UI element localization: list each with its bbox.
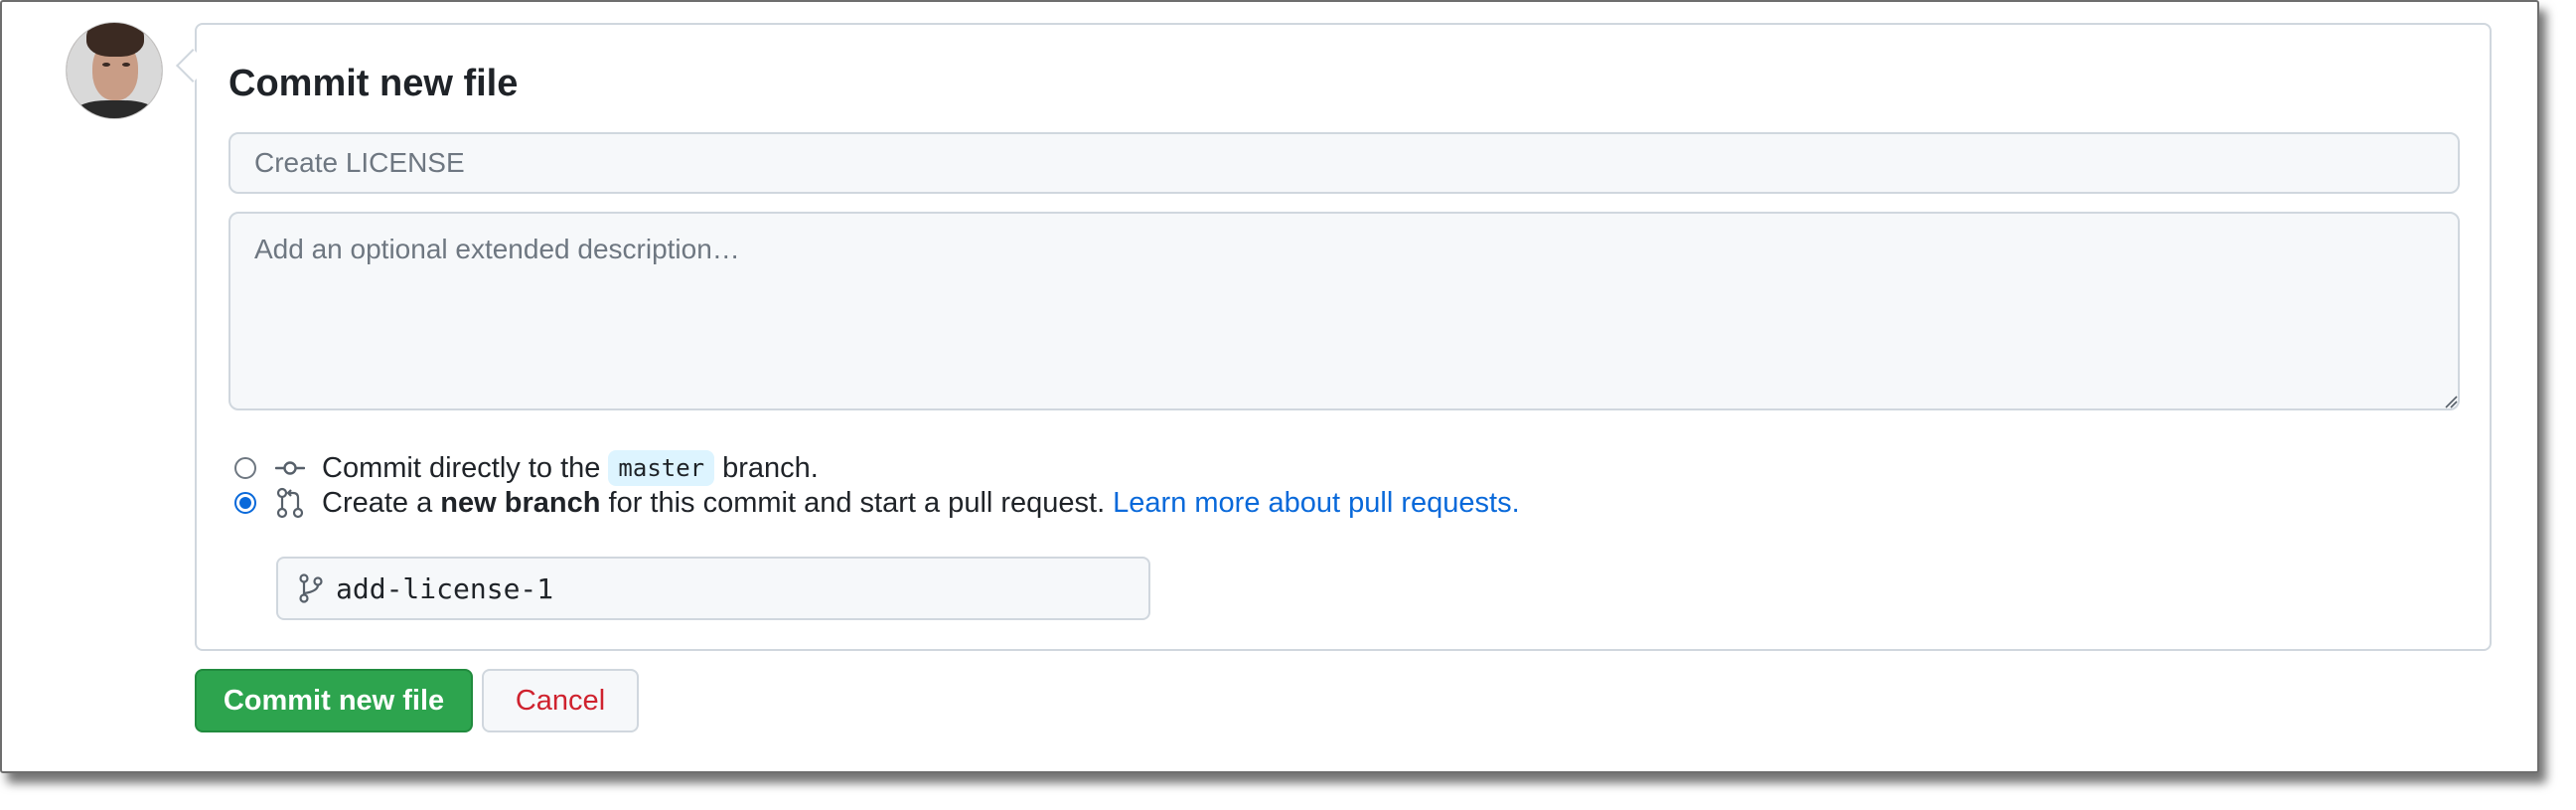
new-branch-suffix: for this commit and start a pull request…	[608, 486, 1106, 519]
avatar-hair	[86, 23, 144, 57]
base-branch-name: master	[608, 450, 715, 486]
new-branch-bold: new branch	[440, 486, 601, 519]
commit-direct-suffix: branch.	[722, 451, 819, 484]
new-branch-radio[interactable]	[234, 492, 256, 514]
git-branch-icon	[299, 573, 323, 603]
branch-name-value: add-license-1	[336, 571, 554, 605]
new-branch-prefix: Create a	[322, 486, 433, 519]
avatar-eye-right	[122, 63, 130, 67]
branch-name-input[interactable]: add-license-1	[276, 557, 1150, 620]
commit-direct-prefix: Commit directly to the	[322, 451, 601, 484]
new-branch-option[interactable]: Create a new branch for this commit and …	[234, 483, 1520, 523]
resize-grip-icon[interactable]	[2444, 395, 2458, 408]
commit-dialog-window: Commit new file Commit directly to the m…	[0, 0, 2539, 773]
commit-form-panel: Commit new file Commit directly to the m…	[195, 23, 2492, 651]
commit-summary-input[interactable]	[228, 132, 2460, 194]
commit-direct-option[interactable]: Commit directly to the master branch.	[234, 448, 819, 488]
commit-new-file-button[interactable]: Commit new file	[195, 669, 473, 732]
avatar-shirt	[75, 100, 156, 118]
git-commit-icon	[274, 452, 306, 484]
commit-description-textarea[interactable]	[228, 212, 2460, 410]
learn-more-pull-requests-link[interactable]: Learn more about pull requests.	[1113, 487, 1519, 520]
user-avatar[interactable]	[66, 22, 163, 119]
form-title: Commit new file	[228, 63, 519, 104]
cancel-button[interactable]: Cancel	[482, 669, 639, 732]
commit-direct-radio[interactable]	[234, 457, 256, 479]
avatar-eye-left	[102, 63, 110, 67]
git-pull-request-icon	[274, 487, 306, 519]
